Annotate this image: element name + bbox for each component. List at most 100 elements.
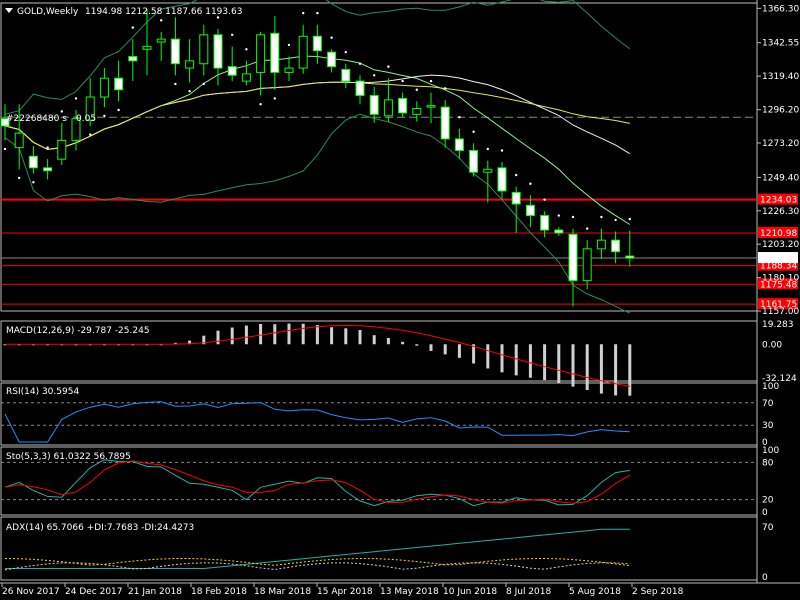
sar-dot [429, 79, 433, 83]
price-candles[interactable] [0, 8, 635, 307]
bollinger-lower-line [4, 113, 631, 314]
candle-body [28, 155, 38, 169]
candle-body [582, 248, 592, 282]
sar-dot [60, 110, 63, 113]
macd-bar [543, 344, 547, 381]
sto-label: Sto(5,3,3) 61.0322 56.7895 [6, 452, 131, 462]
macd-bar [585, 344, 589, 391]
time-tick-label: 26 Nov 2017 [2, 587, 60, 597]
sar-dot [387, 65, 390, 68]
ma-slow-line [4, 81, 630, 150]
candle-body [199, 34, 209, 65]
price-tick-label: 1319.40 [762, 72, 799, 82]
panel-frame [0, 2, 758, 312]
ma-mid-line [4, 74, 631, 155]
stoch-k-line [4, 459, 630, 507]
rsi-label: RSI(14) 30.5954 [6, 387, 79, 397]
time-tick-label: 21 Jan 2018 [128, 587, 182, 597]
candle-body [327, 51, 337, 68]
macd-bar [273, 324, 277, 345]
sar-dot [444, 87, 447, 90]
candle-body [156, 38, 166, 43]
candle-body [270, 32, 280, 73]
candle-body [412, 108, 422, 115]
sar-dot [358, 62, 362, 65]
indicator-tick-label: 0.00 [762, 340, 782, 350]
sar-dot [160, 19, 163, 22]
price-tick-label: 1296.20 [762, 106, 799, 116]
price-tick-label: 1366.30 [762, 4, 799, 14]
macd-bar [358, 330, 362, 345]
macd-bar [599, 344, 603, 394]
candle-body [128, 56, 138, 62]
macd-bar [230, 327, 234, 345]
candle-body [383, 99, 393, 117]
time-tick-label: 8 Jul 2018 [506, 587, 551, 597]
candle-body [43, 167, 53, 172]
candle-body [469, 149, 479, 173]
sar-dot [46, 146, 49, 149]
candle-body [341, 69, 351, 82]
macd-bar [628, 344, 632, 396]
macd-bar [301, 323, 305, 345]
macd-bar [259, 323, 263, 345]
candle-body [398, 97, 408, 114]
candle-body [596, 239, 606, 250]
macd-bar [415, 344, 419, 346]
candle-body [625, 255, 635, 259]
macd-bar [216, 330, 220, 345]
price-tick-label: 1226.30 [762, 207, 799, 217]
ohlc-label: 1194.98 1212.58 1187.66 1193.63 [85, 7, 242, 17]
candle-body [227, 66, 237, 76]
candle-body [241, 73, 251, 82]
time-tick-label: 5 Aug 2018 [569, 587, 621, 597]
price-tick-label: 1203.20 [762, 240, 799, 250]
sar-dot [259, 103, 262, 106]
candle-body [525, 204, 535, 217]
adx-line [5, 528, 630, 569]
chart-canvas[interactable]: 1234.031210.981188.341175.481161.751193.… [0, 0, 800, 600]
sar-dot [344, 50, 347, 54]
indicator-tick-label: 80 [762, 458, 774, 468]
candle-body [99, 77, 109, 98]
macd-bar [500, 344, 504, 373]
sar-dot [245, 48, 248, 51]
macd-bar [401, 341, 405, 345]
sar-dot [472, 130, 475, 133]
sar-dot [302, 11, 305, 15]
sar-dot [18, 176, 21, 180]
dropdown-arrow-icon[interactable] [5, 8, 13, 13]
rsi-line [4, 401, 630, 443]
indicator-tick-label: 0 [762, 573, 768, 583]
sar-dot [273, 97, 276, 100]
candle-body [170, 38, 180, 65]
time-tick-label: 15 Apr 2018 [317, 587, 373, 597]
sar-dot [373, 74, 376, 77]
macd-bar [514, 344, 518, 376]
candle-body [355, 80, 365, 97]
macd-bar [330, 327, 334, 345]
adx-label: ADX(14) 65.7066 +DI:7.7683 -DI:24.4273 [6, 523, 194, 533]
candle-body [312, 35, 322, 52]
macd-bar [614, 344, 618, 396]
macd-bar [571, 344, 575, 387]
sar-dot [330, 36, 333, 39]
candle-body [454, 138, 464, 151]
sar-dot [614, 218, 617, 222]
sar-dot [103, 114, 106, 117]
sar-dot [458, 116, 461, 119]
sar-dot [586, 227, 589, 230]
note-label: #22268480 s [6, 114, 67, 124]
candle-body [554, 229, 564, 234]
indicator-tick-label: 20 [762, 496, 774, 506]
candle-body [369, 95, 379, 115]
indicator-tick-label: 19.283 [762, 320, 794, 330]
sar-dot [515, 173, 518, 177]
axes-labels: 1366.30 1342.55 1319.40 1296.20 1273.20 1249.… [1, 4, 799, 597]
macd-bar [486, 344, 490, 369]
candle-body [426, 105, 436, 108]
sar-dot [500, 149, 504, 152]
time-tick-label: 24 Dec 2017 [65, 587, 123, 597]
sar-dot [628, 217, 631, 221]
indicator-tick-label: 30 [762, 421, 774, 431]
